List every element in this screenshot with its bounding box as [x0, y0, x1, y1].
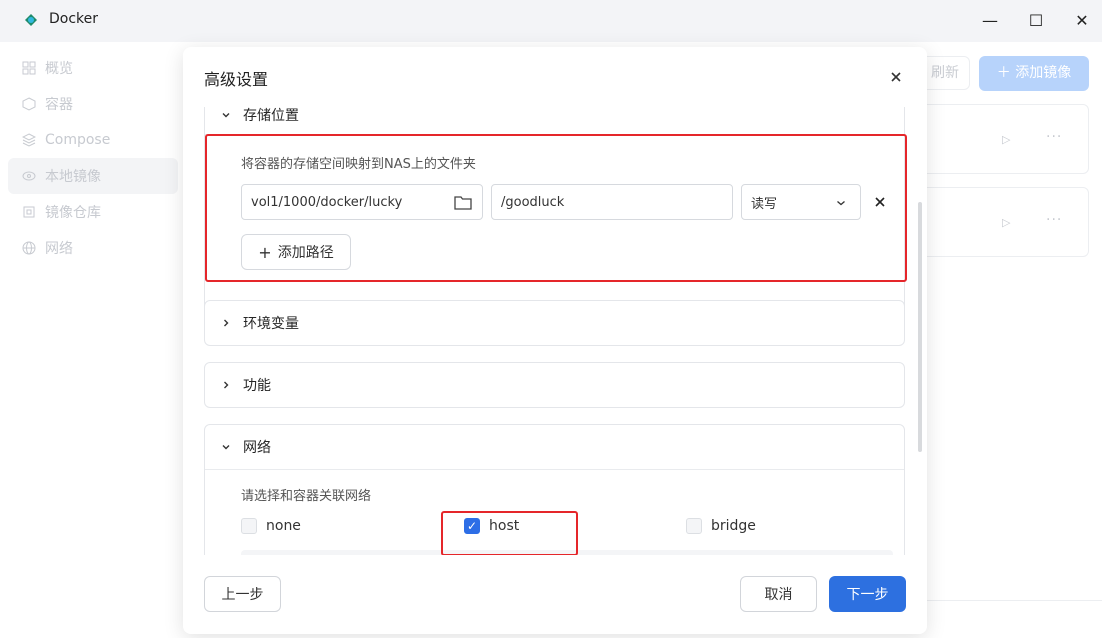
sidebar-item-label: 镜像仓库: [45, 205, 101, 221]
chevron-right-icon: [224, 381, 229, 389]
disc-icon: [22, 171, 36, 181]
title-bar: Docker — ☐ ✕: [0, 0, 1102, 42]
highlight-box: [441, 511, 578, 555]
network-option-label: none: [266, 518, 301, 534]
play-icon[interactable]: ▷: [1002, 133, 1010, 146]
features-section-title: 功能: [243, 378, 271, 394]
env-section-title: 环境变量: [243, 316, 299, 332]
play-icon[interactable]: ▷: [1002, 216, 1010, 229]
divider: [205, 469, 904, 470]
features-section[interactable]: 功能: [204, 362, 905, 408]
dialog-title: 高级设置: [204, 70, 269, 89]
minimize-button[interactable]: —: [977, 8, 1003, 34]
grid-icon: [22, 61, 36, 75]
sidebar-item-local-images[interactable]: 本地镜像: [8, 158, 178, 194]
registry-icon: [23, 206, 35, 218]
network-option-label: bridge: [711, 518, 756, 534]
checkbox[interactable]: [686, 518, 702, 534]
sidebar: 概览 容器 Compose 本地镜像 镜像仓库 网络: [8, 50, 178, 266]
dialog-footer: 上一步 取消 下一步: [183, 555, 927, 634]
divider: [898, 600, 1102, 601]
network-section-header[interactable]: 网络: [221, 437, 271, 457]
close-window-button[interactable]: ✕: [1069, 8, 1095, 34]
docker-app-icon: [25, 14, 37, 26]
env-section[interactable]: 环境变量: [204, 300, 905, 346]
network-section-title: 网络: [243, 440, 271, 456]
layers-icon: [22, 133, 36, 147]
refresh-button[interactable]: 刷新: [920, 56, 970, 90]
network-option-bridge[interactable]: bridge: [686, 518, 756, 534]
add-image-button[interactable]: ＋ 添加镜像: [979, 56, 1089, 91]
checkbox[interactable]: [241, 518, 257, 534]
sidebar-item-registry[interactable]: 镜像仓库: [8, 194, 178, 230]
env-section-header[interactable]: 环境变量: [221, 313, 299, 333]
chevron-down-icon: [222, 445, 230, 450]
sidebar-item-overview[interactable]: 概览: [8, 50, 178, 86]
chevron-right-icon: [224, 319, 229, 327]
sidebar-item-label: Compose: [45, 132, 111, 148]
close-icon[interactable]: [887, 68, 905, 86]
scrollbar[interactable]: [918, 202, 922, 452]
next-step-button[interactable]: 下一步: [829, 576, 906, 612]
sidebar-item-label: 本地镜像: [45, 169, 101, 185]
maximize-button[interactable]: ☐: [1023, 8, 1049, 34]
network-hint: 请选择和容器关联网络: [241, 489, 372, 504]
sidebar-item-label: 网络: [45, 241, 73, 257]
sidebar-item-containers[interactable]: 容器: [8, 86, 178, 122]
highlight-box: [205, 134, 907, 282]
dialog-scroll-area[interactable]: 存储位置 将容器的存储空间映射到NAS上的文件夹 vol1/1000/docke…: [183, 107, 927, 555]
sidebar-item-compose[interactable]: Compose: [8, 122, 178, 158]
sidebar-item-label: 概览: [45, 61, 73, 77]
features-section-header[interactable]: 功能: [221, 375, 271, 395]
cube-icon: [22, 97, 36, 111]
advanced-settings-dialog: 高级设置 存储位置 将容器的存储空间映射到NAS上的文件夹 vol1/1000/…: [183, 47, 927, 634]
storage-section-header[interactable]: 存储位置: [221, 107, 299, 125]
sidebar-item-label: 容器: [45, 97, 73, 113]
sidebar-item-network[interactable]: 网络: [8, 230, 178, 266]
storage-section-title: 存储位置: [243, 108, 299, 124]
prev-step-button[interactable]: 上一步: [204, 576, 281, 612]
chevron-down-icon: [222, 113, 230, 118]
more-icon[interactable]: ···: [1046, 212, 1062, 228]
globe-icon: [22, 241, 36, 255]
network-option-none[interactable]: none: [241, 518, 301, 534]
more-icon[interactable]: ···: [1046, 129, 1062, 145]
cancel-button[interactable]: 取消: [740, 576, 817, 612]
app-title: Docker: [49, 11, 99, 27]
